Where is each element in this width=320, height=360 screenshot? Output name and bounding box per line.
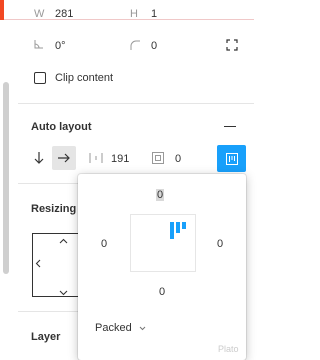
section-divider xyxy=(18,183,78,184)
selection-accent xyxy=(0,0,4,20)
independent-corners-icon[interactable] xyxy=(226,39,238,51)
padding-preview-box xyxy=(130,214,196,272)
arrow-down-icon xyxy=(34,152,44,164)
alignment-preview-icon xyxy=(169,221,189,241)
corner-radius-icon xyxy=(130,40,140,50)
align-top-icon xyxy=(225,152,238,165)
clip-content-label: Clip content xyxy=(55,72,114,84)
distribution-mode-label: Packed xyxy=(95,322,132,334)
padding-top-input[interactable]: 0 xyxy=(156,189,165,201)
alignment-button[interactable] xyxy=(217,145,246,172)
distribution-mode-dropdown[interactable]: Packed xyxy=(95,322,146,334)
resize-left-chevron-icon[interactable] xyxy=(35,259,41,268)
auto-layout-title: Auto layout xyxy=(31,121,92,133)
spacing-input[interactable]: 191 xyxy=(111,153,129,165)
rotation-input[interactable]: 0° xyxy=(55,40,66,52)
direction-vertical-button[interactable] xyxy=(28,147,50,169)
layer-title: Layer xyxy=(31,331,61,343)
padding-right-input[interactable]: 0 xyxy=(217,238,223,250)
direction-horizontal-button[interactable] xyxy=(52,146,76,170)
resizing-title: Resizing xyxy=(31,203,77,215)
width-label: W xyxy=(34,8,45,20)
height-input[interactable]: 1 xyxy=(151,8,157,20)
corner-radius-input[interactable]: 0 xyxy=(151,40,157,52)
rotation-icon xyxy=(34,40,43,49)
section-divider xyxy=(18,103,254,104)
padding-input[interactable]: 0 xyxy=(175,153,181,165)
height-label: H xyxy=(130,8,138,20)
remove-auto-layout-button[interactable] xyxy=(224,126,236,127)
chevron-down-icon xyxy=(139,326,146,330)
padding-popover: 0 0 0 0 Packed Plato xyxy=(78,174,246,360)
width-input[interactable]: 281 xyxy=(55,8,73,20)
padding-bottom-input[interactable]: 0 xyxy=(159,286,165,298)
section-divider xyxy=(18,311,78,312)
resize-top-chevron-icon[interactable] xyxy=(59,235,68,244)
padding-icon xyxy=(152,152,164,164)
panel-scrollbar[interactable] xyxy=(3,82,9,274)
arrow-right-icon xyxy=(58,153,70,163)
padding-left-input[interactable]: 0 xyxy=(101,238,107,250)
spacing-icon xyxy=(88,152,104,164)
clip-content-checkbox[interactable] xyxy=(34,72,46,84)
resize-bottom-chevron-icon[interactable] xyxy=(59,287,68,296)
watermark-logo: Plato xyxy=(218,344,239,354)
